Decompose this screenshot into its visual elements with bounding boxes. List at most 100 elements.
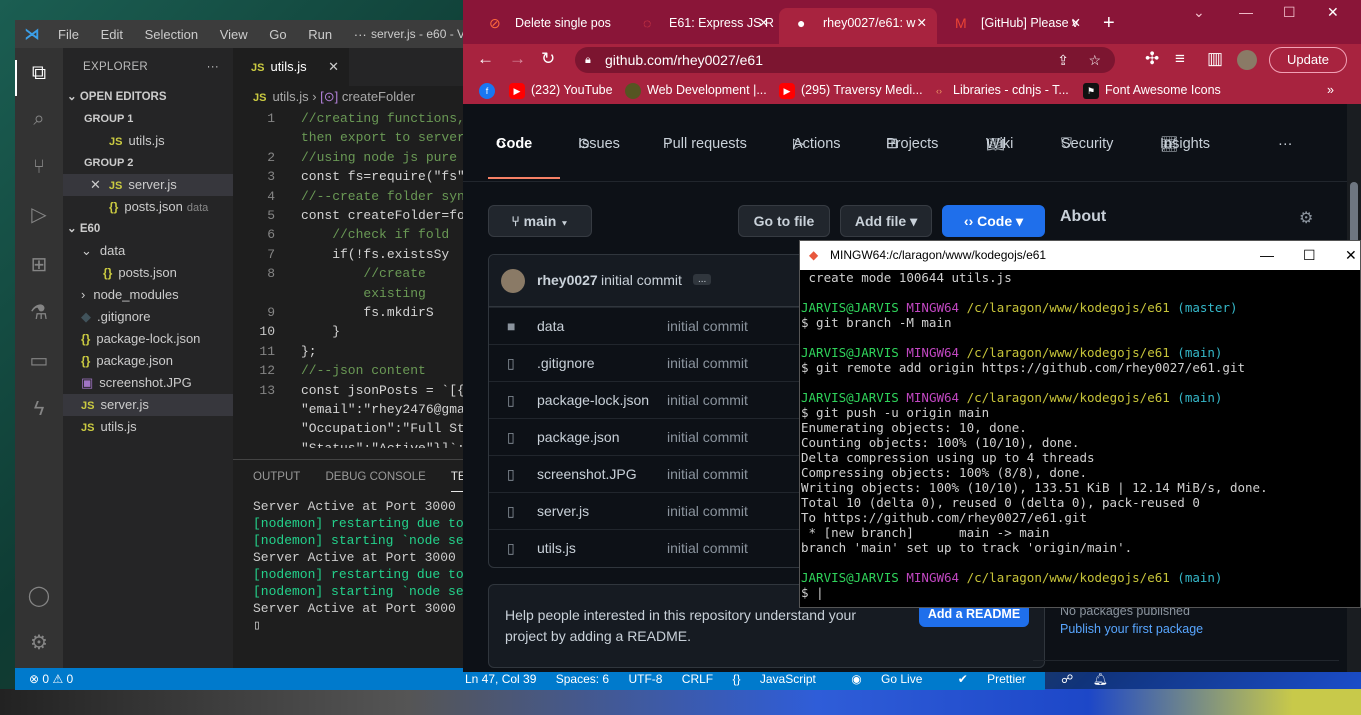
back-icon[interactable]: ←: [477, 49, 494, 69]
bell-icon[interactable]: 🔔︎: [1093, 672, 1108, 686]
browser-tab[interactable]: ⊘ Delete single pos: [471, 8, 625, 38]
bookmark-facebook[interactable]: f: [479, 76, 501, 104]
file-row[interactable]: ▯ utils.js initial commit: [489, 529, 807, 566]
file-row[interactable]: ▯ package-lock.json initial commit: [489, 381, 807, 418]
commit-more-button[interactable]: ...: [693, 274, 712, 285]
browser-tab[interactable]: ◌ E61: Express JS R ✕: [625, 8, 779, 38]
source-control-icon[interactable]: ⑂: [26, 154, 52, 180]
extensions-icon[interactable]: ⊞: [26, 252, 52, 278]
go-to-file-button[interactable]: Go to file: [738, 205, 830, 237]
file-name[interactable]: screenshot.JPG: [537, 456, 637, 493]
extensions-icon[interactable]: ✣: [1145, 49, 1159, 69]
problems-indicator[interactable]: ⊗ 0 ⚠ 0: [29, 668, 73, 690]
browser-tab-active[interactable]: ● rhey0027/e61: w ✕: [779, 8, 937, 44]
menu-selection[interactable]: Selection: [145, 27, 198, 42]
commit-message[interactable]: initial commit: [601, 272, 682, 288]
nav-more[interactable]: ···: [1278, 136, 1293, 152]
tree-item-server[interactable]: JS server.js: [63, 394, 233, 416]
run-debug-icon[interactable]: ▷: [26, 202, 52, 228]
menu-file[interactable]: File: [58, 27, 79, 42]
avatar[interactable]: [501, 269, 525, 293]
file-name[interactable]: .gitignore: [537, 345, 595, 382]
bookmark-fontawesome[interactable]: ⚑ Font Awesome Icons: [1083, 76, 1221, 104]
file-row[interactable]: ▯ screenshot.JPG initial commit: [489, 455, 807, 492]
breadcrumb-file[interactable]: utils.js: [272, 89, 308, 104]
minimize-icon[interactable]: —: [1239, 4, 1253, 20]
cursor-position[interactable]: Ln 47, Col 39: [465, 672, 536, 686]
go-live-button[interactable]: ◉ Go Live: [851, 672, 938, 686]
close-icon[interactable]: ✕: [1071, 8, 1081, 38]
share-icon[interactable]: ⇪: [1057, 47, 1069, 73]
reading-list-icon[interactable]: ≡: [1175, 49, 1185, 69]
tab-search-icon[interactable]: ⌄: [1193, 4, 1205, 21]
profile-avatar[interactable]: [1237, 50, 1257, 70]
file-commit-message[interactable]: initial commit: [667, 456, 748, 493]
file-commit-message[interactable]: initial commit: [667, 530, 748, 567]
publish-package-link[interactable]: Publish your first package: [1060, 622, 1203, 636]
file-name[interactable]: server.js: [537, 493, 589, 530]
close-icon[interactable]: ✕: [1345, 241, 1357, 270]
menu-edit[interactable]: Edit: [101, 27, 123, 42]
settings-gear-icon[interactable]: ⚙: [1299, 208, 1313, 228]
bookmark-traversy[interactable]: ▶ (295) Traversy Medi...: [779, 76, 923, 104]
file-name[interactable]: package-lock.json: [537, 382, 649, 419]
side-panel-icon[interactable]: ▥: [1207, 49, 1223, 69]
language-mode[interactable]: {} JavaScript: [732, 672, 831, 686]
file-commit-message[interactable]: initial commit: [667, 308, 748, 345]
workspace-folder[interactable]: ⌄ E60: [63, 218, 233, 240]
commit-author[interactable]: rhey0027: [537, 272, 598, 288]
explorer-icon[interactable]: ⧉: [26, 60, 52, 86]
browser-tab[interactable]: M [GitHub] Please v ✕: [937, 8, 1091, 38]
new-tab-button[interactable]: +: [1091, 8, 1131, 38]
tree-item-package-lock[interactable]: {} package-lock.json: [63, 328, 233, 350]
close-icon[interactable]: ✕: [90, 177, 101, 192]
close-icon[interactable]: ✕: [328, 48, 339, 86]
tree-item-posts-json[interactable]: {} posts.json: [63, 262, 233, 284]
address-bar[interactable]: 🔒︎ github.com/rhey0027/e61 ⇪ ☆: [575, 47, 1115, 73]
forward-icon[interactable]: →: [509, 49, 526, 69]
tab-output[interactable]: OUTPUT: [253, 471, 300, 483]
settings-gear-icon[interactable]: ⚙: [26, 630, 52, 656]
bookmark-cdnjs[interactable]: ‹› Libraries - cdnjs - T...: [931, 76, 1069, 104]
tree-item-data[interactable]: ⌄ data: [63, 240, 233, 262]
tree-item-gitignore[interactable]: ◆ .gitignore: [63, 306, 233, 328]
file-row[interactable]: ▯ package.json initial commit: [489, 418, 807, 455]
code-button[interactable]: ‹› Code ▾: [942, 205, 1045, 237]
file-name[interactable]: data: [537, 308, 564, 345]
bookmark-webdev[interactable]: Web Development |...: [625, 76, 767, 104]
close-icon[interactable]: ✕: [917, 8, 927, 38]
open-editors-section[interactable]: ⌄ OPEN EDITORS: [63, 86, 233, 108]
file-commit-message[interactable]: initial commit: [667, 493, 748, 530]
live-share-icon[interactable]: ϟ: [26, 396, 52, 422]
menu-go[interactable]: Go: [269, 27, 286, 42]
tab-utils-js[interactable]: JS utils.js ✕: [233, 48, 349, 86]
tab-debug-console[interactable]: DEBUG CONSOLE: [325, 471, 425, 483]
code-editor[interactable]: 1 //creating functions, then export to ser…: [233, 108, 465, 448]
minimize-icon[interactable]: —: [1260, 241, 1274, 270]
close-window-icon[interactable]: ✕: [1327, 4, 1339, 21]
prettier-button[interactable]: ✔ Prettier: [958, 672, 1042, 686]
close-icon[interactable]: ✕: [759, 8, 769, 38]
update-button[interactable]: Update: [1269, 47, 1347, 73]
file-row[interactable]: ▯ server.js initial commit: [489, 492, 807, 529]
tree-item-screenshot[interactable]: ▣ screenshot.JPG: [63, 372, 233, 394]
remote-explorer-icon[interactable]: ▭: [26, 348, 52, 374]
menu-run[interactable]: Run: [308, 27, 332, 42]
reload-icon[interactable]: ↻: [541, 49, 555, 69]
open-editor-posts[interactable]: {} posts.json data: [63, 196, 233, 218]
breadcrumb-symbol[interactable]: createFolder: [342, 89, 415, 104]
open-editor-utils[interactable]: JS utils.js: [63, 130, 233, 152]
account-icon[interactable]: ◯: [26, 583, 52, 609]
menu-more[interactable]: ···: [354, 27, 367, 42]
branch-select[interactable]: ⑂ main ▾: [488, 205, 592, 237]
maximize-icon[interactable]: ☐: [1283, 4, 1296, 21]
tree-item-utils[interactable]: JS utils.js: [63, 416, 233, 438]
testing-icon[interactable]: ⚗: [26, 300, 52, 326]
file-name[interactable]: utils.js: [537, 530, 576, 567]
maximize-icon[interactable]: ☐: [1303, 241, 1316, 270]
menu-view[interactable]: View: [220, 27, 248, 42]
integrated-terminal[interactable]: Server Active at Port 3000 [nodemon] res…: [233, 494, 487, 634]
encoding[interactable]: UTF-8: [628, 672, 662, 686]
git-bash-output[interactable]: create mode 100644 utils.js JARVIS@JARVIS…: [800, 270, 1360, 600]
file-commit-message[interactable]: initial commit: [667, 345, 748, 382]
